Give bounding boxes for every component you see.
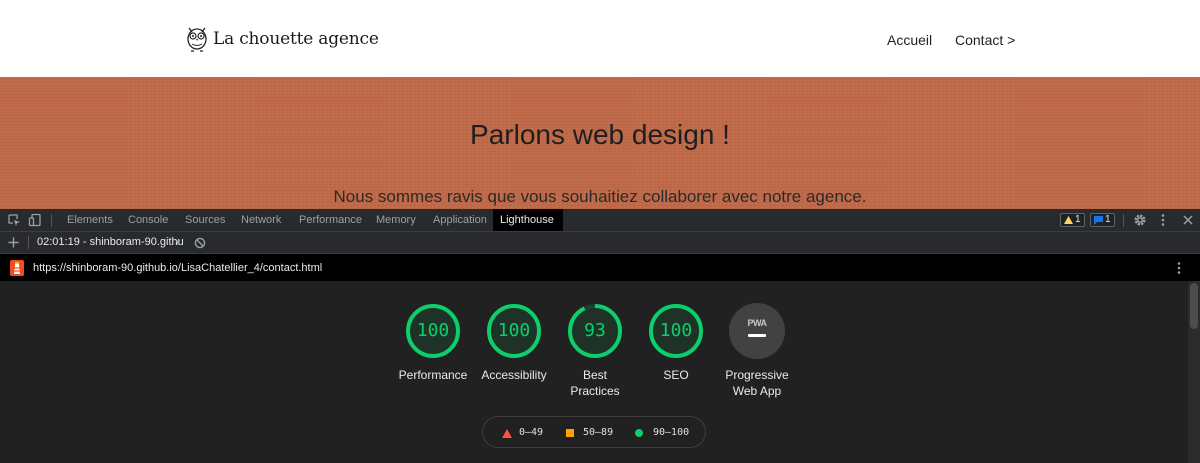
lighthouse-report: 100 Performance 100 Accessibility 93 Best Pra… [0,281,1200,463]
report-select[interactable]: 02:01:19 - shinboram-90.githu [37,236,184,248]
tab-elements[interactable]: Elements [60,209,120,231]
report-url-bar: https://shinboram-90.github.io/LisaChate… [0,254,1200,281]
pwa-label: Progressive Web App [725,368,789,398]
tab-divider [51,214,52,227]
warnings-count: 1 [1075,214,1081,225]
score-label: SEO [663,368,689,382]
inspect-element-icon[interactable] [7,213,21,227]
score-gauge[interactable]: 100 [648,303,704,359]
close-icon[interactable] [1181,213,1195,227]
score-gauge[interactable]: 100 [405,303,461,359]
add-report-icon[interactable] [8,237,19,248]
toolbar-divider [28,236,29,249]
clear-reports-icon[interactable] [194,237,206,249]
score-value: 100 [497,320,531,341]
report-toolbar: 02:01:19 - shinboram-90.githu ▼ [0,232,1200,254]
tab-network[interactable]: Network [234,209,288,231]
score-value: 100 [659,320,693,341]
report-scrollbar[interactable] [1188,281,1200,463]
hero-title: Parlons web design ! [470,119,730,150]
tab-memory[interactable]: Memory [369,209,423,231]
average-square-icon [566,429,574,437]
score-gauge[interactable]: 100 [486,303,542,359]
lighthouse-icon [10,260,24,276]
messages-count: 1 [1105,214,1111,225]
nav-link-home[interactable]: Accueil [887,32,932,48]
tab-sources[interactable]: Sources [178,209,232,231]
pwa-status-dash [748,334,766,337]
pass-circle-icon [635,429,643,437]
devtools-tab-bar: Elements Console Sources Network Perform… [0,209,1200,232]
score-value: 93 [584,320,606,341]
tab-application[interactable]: Application [426,209,494,231]
settings-gear-icon[interactable] [1133,213,1147,227]
nav-link-contact[interactable]: Contact > [955,32,1015,48]
score-gauge[interactable]: 93 [567,303,623,359]
fail-triangle-icon [502,429,512,438]
hero-section: Parlons web design ! Nous sommes ravis q… [0,77,1200,209]
site-header: La chouette agence Accueil Contact > [0,0,1200,77]
warnings-badge[interactable]: 1 [1060,213,1085,227]
pwa-badge-text: PWA [747,318,767,328]
legend-fail-range: 0–49 [519,427,544,438]
score-value: 100 [416,320,450,341]
score-legend: 0–49 50–89 90–100 [482,416,706,448]
report-menu-icon[interactable] [1174,261,1184,275]
score-label: Best Practices [570,368,620,398]
legend-pass-range: 90–100 [653,427,690,438]
hero-subtitle: Nous sommes ravis que vous souhaitiez co… [333,187,867,206]
device-toolbar-icon[interactable] [28,213,42,227]
owl-icon [187,27,207,52]
logo-text: La chouette agence [213,29,379,49]
site-logo[interactable]: La chouette agence [184,24,379,54]
tab-divider [1123,214,1124,227]
scrollbar-thumb[interactable] [1190,283,1198,329]
tab-performance[interactable]: Performance [292,209,369,231]
pwa-gauge[interactable]: PWA [729,303,785,359]
score-label: Accessibility [481,368,547,382]
legend-average-range: 50–89 [583,427,614,438]
more-options-icon[interactable] [1156,213,1170,227]
messages-badge[interactable]: 1 [1090,213,1115,227]
chevron-down-icon[interactable]: ▼ [174,238,182,247]
tab-lighthouse[interactable]: Lighthouse [493,209,563,231]
report-url[interactable]: https://shinboram-90.github.io/LisaChate… [33,262,322,274]
warning-icon [1064,216,1073,224]
message-icon [1094,215,1103,225]
score-label: Performance [398,368,468,382]
tab-console[interactable]: Console [121,209,175,231]
